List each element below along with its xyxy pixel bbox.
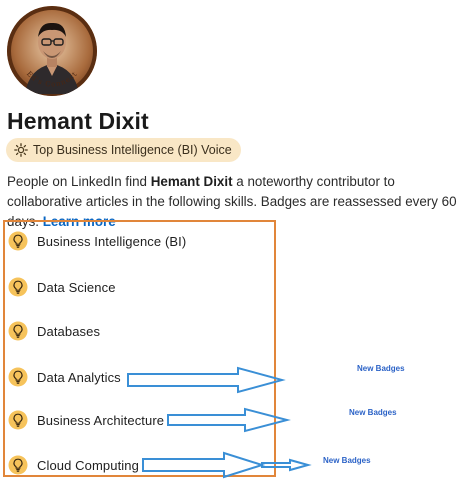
skill-item[interactable]: Business Intelligence (BI) bbox=[8, 229, 186, 253]
sun-icon bbox=[14, 143, 28, 157]
lightbulb-icon bbox=[8, 455, 28, 475]
top-voice-label: Top Business Intelligence (BI) Voice bbox=[33, 143, 232, 157]
lightbulb-icon bbox=[8, 321, 28, 341]
skill-label: Data Analytics bbox=[37, 369, 121, 385]
description-name: Hemant Dixit bbox=[150, 174, 233, 189]
skill-label: Cloud Computing bbox=[37, 457, 139, 473]
skill-label: Business Architecture bbox=[37, 412, 165, 428]
skill-item[interactable]: Business Architecture bbox=[8, 408, 164, 432]
lightbulb-icon bbox=[8, 410, 28, 430]
skills-highlight-box bbox=[3, 220, 276, 477]
new-badges-annotation: New Badges bbox=[323, 456, 371, 465]
new-badges-annotation: New Badges bbox=[349, 408, 397, 417]
new-badges-annotation: New Badges bbox=[357, 364, 405, 373]
skill-item[interactable]: Data Science bbox=[8, 275, 116, 299]
skill-label: Business Intelligence (BI) bbox=[37, 233, 187, 249]
skill-item[interactable]: Databases bbox=[8, 319, 100, 343]
skill-item[interactable]: Data Analytics bbox=[8, 365, 121, 389]
skill-label: Data Science bbox=[37, 279, 116, 295]
profile-name: Hemant Dixit bbox=[7, 108, 149, 134]
lightbulb-icon bbox=[8, 231, 28, 251]
profile-avatar[interactable]: Ed's Connect bbox=[7, 6, 97, 96]
skill-item[interactable]: Cloud Computing bbox=[8, 453, 139, 477]
lightbulb-icon bbox=[8, 277, 28, 297]
lightbulb-icon bbox=[8, 367, 28, 387]
avatar-image: Ed's Connect bbox=[7, 6, 97, 96]
skill-label: Databases bbox=[37, 323, 101, 339]
top-voice-badge[interactable]: Top Business Intelligence (BI) Voice bbox=[6, 138, 241, 162]
description-prefix: People on LinkedIn find bbox=[7, 174, 151, 189]
